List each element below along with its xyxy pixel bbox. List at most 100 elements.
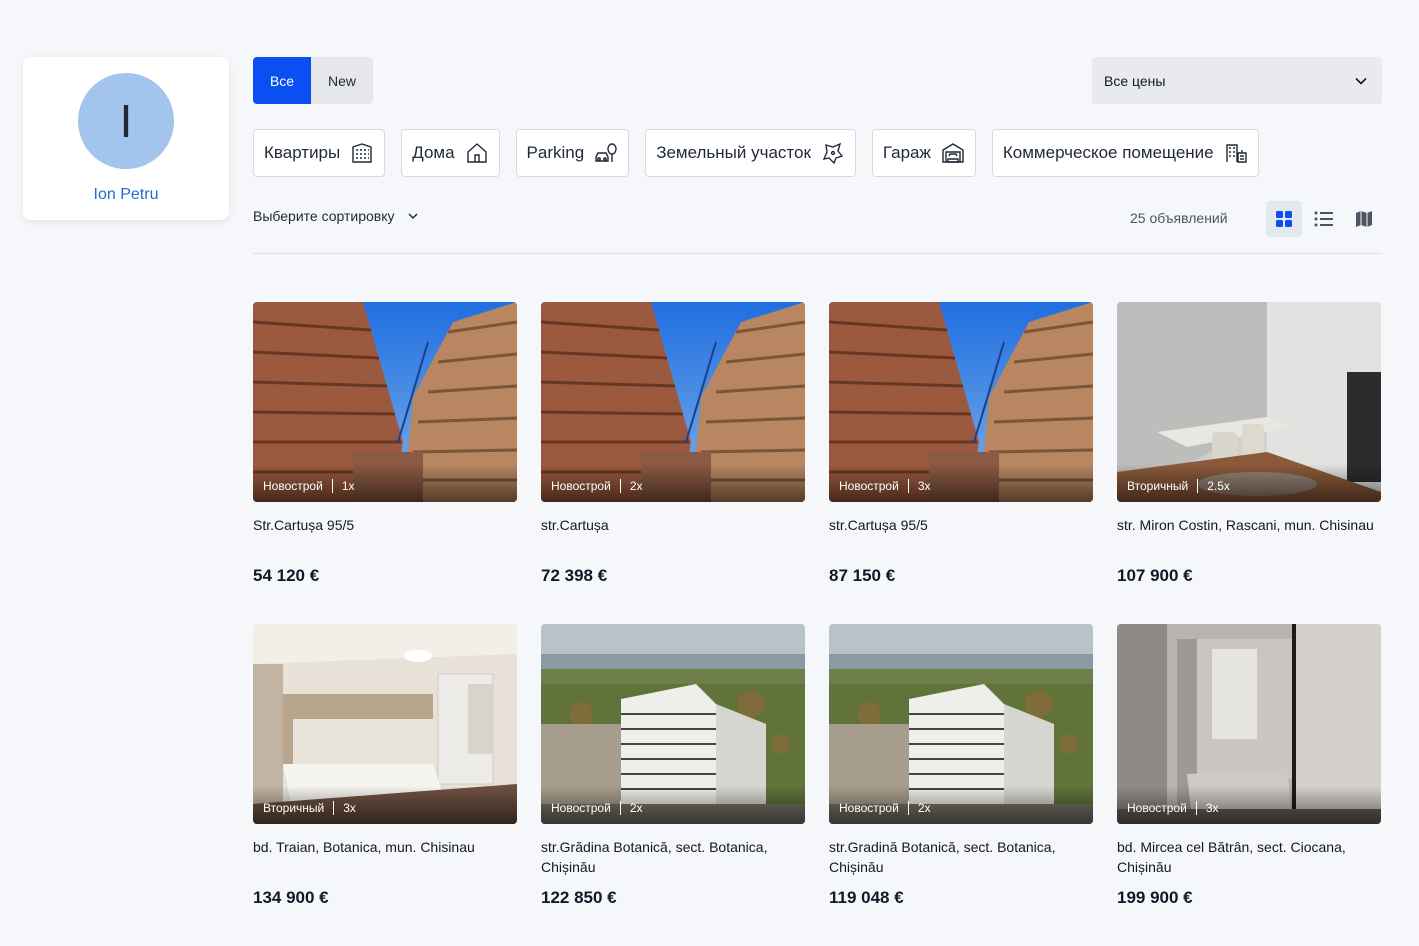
listing-photo-frame[interactable]: Новострой 2x (541, 624, 805, 824)
listing-address[interactable]: Str.Cartușa 95/5 (253, 515, 517, 555)
listing-photo-frame[interactable]: Вторичный 3x (253, 624, 517, 824)
tagline-separator (1195, 801, 1197, 815)
listing-photo-frame[interactable]: Вторичный 2.5x (1117, 302, 1381, 502)
category-chip-apartments[interactable]: Квартиры (253, 129, 386, 177)
listing-card[interactable]: Вторичный 3x bd. Traian, Botanica, mun. Ch… (253, 624, 517, 946)
commercial-space-icon (1225, 144, 1247, 163)
map-view-button[interactable] (1346, 201, 1382, 237)
house-icon (466, 143, 487, 163)
list-view-button[interactable] (1306, 201, 1342, 237)
listing-address[interactable]: str.Grădina Botanică, sect. Botanica, Ch… (541, 837, 805, 877)
category-chip-label: Дома (412, 143, 455, 162)
listing-grid: Новострой 1x Str.Cartușa 95/5 54 120 € Ново… (253, 302, 1382, 946)
category-chip-parking[interactable]: Parking (515, 129, 630, 177)
sort-label: Выберите сортировку (253, 208, 395, 224)
listing-tagline: Новострой 3x (1117, 786, 1381, 824)
listing-card[interactable]: Новострой 2x str.Cartușa 72 398 € (541, 302, 805, 624)
sort-select[interactable]: Выберите сортировку (253, 208, 419, 224)
listing-tagline: Вторичный 2.5x (1117, 464, 1381, 502)
tagline-separator (907, 801, 909, 815)
category-chips: Квартиры Дома Parking Земельный участок … (253, 129, 1259, 177)
listing-price: 199 900 € (1117, 888, 1193, 907)
category-chip-houses[interactable]: Дома (401, 129, 500, 177)
listing-card[interactable]: Новострой 2x str.Grădina Botanică, sect. B… (541, 624, 805, 946)
grid-view-button[interactable] (1266, 201, 1302, 237)
listing-rooms: 2x (917, 801, 931, 815)
listing-rooms: 2x (629, 479, 643, 493)
chevron-down-icon (408, 213, 418, 220)
listing-price: 122 850 € (541, 888, 617, 907)
listing-type: Вторичный (263, 801, 325, 815)
listing-price: 107 900 € (1117, 566, 1193, 585)
listing-rooms: 3x (1205, 801, 1219, 815)
category-chip-land[interactable]: Земельный участок (645, 129, 856, 177)
listing-rooms: 3x (343, 801, 356, 815)
listing-address[interactable]: bd. Traian, Botanica, mun. Chisinau (253, 837, 517, 877)
map-view-icon (1356, 211, 1372, 227)
listing-card[interactable]: Вторичный 2.5x str. Miron Costin, Rascani,… (1117, 302, 1381, 624)
listing-rooms: 2x (629, 801, 643, 815)
tagline-separator (619, 479, 621, 493)
listing-price: 134 900 € (253, 888, 329, 907)
listing-address[interactable]: str.Cartușa 95/5 (829, 515, 1093, 555)
tab-new[interactable]: New (311, 57, 373, 104)
category-chip-label: Земельный участок (656, 143, 811, 162)
listing-tagline: Новострой 2x (829, 786, 1093, 824)
profile-card[interactable]: I Ion Petru (23, 57, 229, 220)
category-chip-label: Квартиры (264, 143, 341, 162)
category-chip-commercial[interactable]: Коммерческое помещение (991, 129, 1259, 177)
tagline-separator (331, 479, 333, 493)
grid-view-icon (1276, 211, 1292, 227)
garage-icon (942, 143, 964, 163)
listing-rooms: 2.5x (1207, 479, 1230, 493)
category-chip-label: Parking (526, 143, 585, 162)
listing-address[interactable]: str.Gradină Botanică, sect. Botanica, Ch… (829, 837, 1093, 877)
listing-address[interactable]: str.Cartușa (541, 515, 805, 555)
listing-price: 54 120 € (253, 566, 320, 585)
profile-name[interactable]: Ion Petru (94, 186, 159, 204)
listing-card[interactable]: Новострой 1x Str.Cartușa 95/5 54 120 € (253, 302, 517, 624)
listing-type: Новострой (263, 479, 323, 493)
listing-type: Новострой (551, 479, 611, 493)
listing-type: Новострой (1127, 801, 1187, 815)
price-filter-select[interactable]: Все цены (1092, 57, 1382, 104)
divider (253, 253, 1382, 254)
listing-tagline: Вторичный 3x (253, 786, 517, 824)
tagline-separator (1197, 479, 1199, 493)
listing-price: 72 398 € (541, 566, 608, 585)
listing-card[interactable]: Новострой 3x bd. Mircea cel Bătrân, sect. … (1117, 624, 1381, 946)
listing-card[interactable]: Новострой 3x str.Cartușa 95/5 87 150 € (829, 302, 1093, 624)
listing-filter-tabs: Все New (253, 57, 373, 104)
listing-photo-frame[interactable]: Новострой 1x (253, 302, 517, 502)
listing-type: Вторичный (1127, 479, 1189, 493)
tab-all[interactable]: Все (253, 57, 311, 104)
listing-photo-frame[interactable]: Новострой 3x (829, 302, 1093, 502)
listing-photo-frame[interactable]: Новострой 3x (1117, 624, 1381, 824)
avatar: I (78, 73, 174, 169)
view-switcher (1266, 201, 1382, 237)
listing-price: 119 048 € (829, 888, 904, 907)
tagline-separator (333, 801, 335, 815)
listing-card[interactable]: Новострой 2x str.Gradină Botanică, sect. B… (829, 624, 1093, 946)
listing-count: 25 объявлений (1130, 210, 1228, 226)
listing-type: Новострой (551, 801, 611, 815)
tagline-separator (619, 801, 621, 815)
listing-photo-frame[interactable]: Новострой 2x (829, 624, 1093, 824)
listing-address[interactable]: str. Miron Costin, Rascani, mun. Chisina… (1117, 515, 1381, 555)
category-chip-label: Коммерческое помещение (1002, 143, 1214, 162)
category-chip-garage[interactable]: Гараж (871, 129, 976, 177)
listing-price: 87 150 € (829, 566, 896, 585)
listing-rooms: 1x (341, 479, 355, 493)
listing-tagline: Новострой 1x (253, 464, 517, 502)
listing-photo-frame[interactable]: Новострой 2x (541, 302, 805, 502)
apartment-building-icon (352, 143, 372, 163)
listing-type: Новострой (839, 479, 899, 493)
listing-tagline: Новострой 3x (829, 464, 1093, 502)
car-tree-icon (595, 143, 617, 162)
listing-address[interactable]: bd. Mircea cel Bătrân, sect. Ciocana, Ch… (1117, 837, 1381, 877)
listing-tagline: Новострой 2x (541, 464, 805, 502)
list-view-icon (1314, 211, 1333, 227)
chevron-down-icon (1355, 77, 1367, 85)
listing-rooms: 3x (917, 479, 931, 493)
listing-type: Новострой (839, 801, 899, 815)
